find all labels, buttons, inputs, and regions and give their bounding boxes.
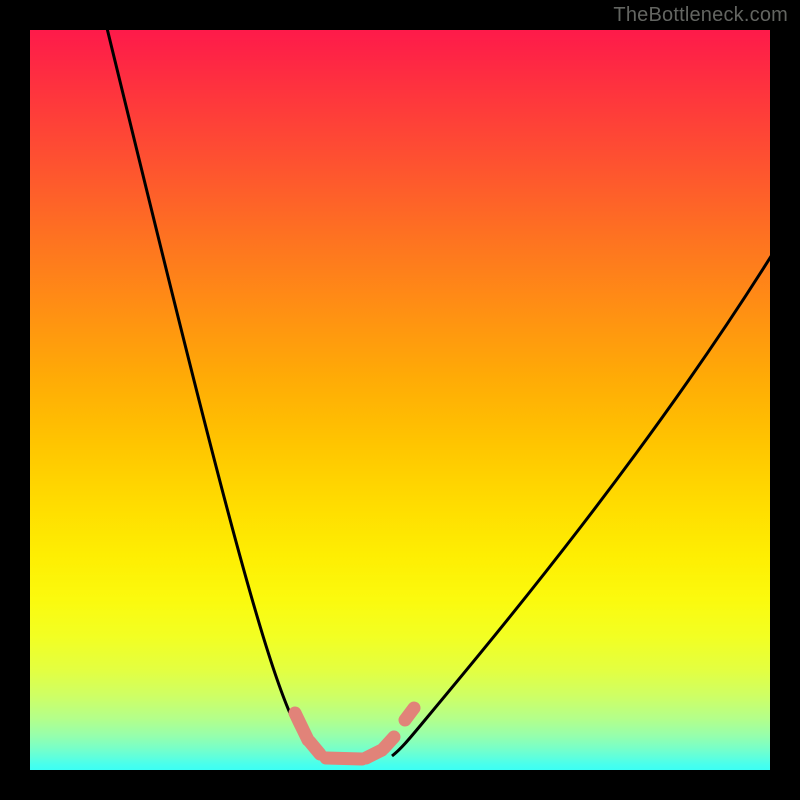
curve-layer bbox=[30, 30, 770, 770]
chart-stage: TheBottleneck.com bbox=[0, 0, 800, 800]
plot-area bbox=[30, 30, 770, 770]
bottom-marker-seg bbox=[310, 742, 320, 754]
bottom-marker-seg bbox=[326, 758, 362, 759]
watermark-text: TheBottleneck.com bbox=[613, 4, 788, 27]
left-curve bbox=[105, 30, 320, 758]
bottom-marker-seg bbox=[384, 737, 394, 748]
bottom-marker-seg bbox=[295, 713, 308, 740]
bottom-marker-seg bbox=[405, 708, 414, 720]
right-curve bbox=[392, 250, 770, 756]
